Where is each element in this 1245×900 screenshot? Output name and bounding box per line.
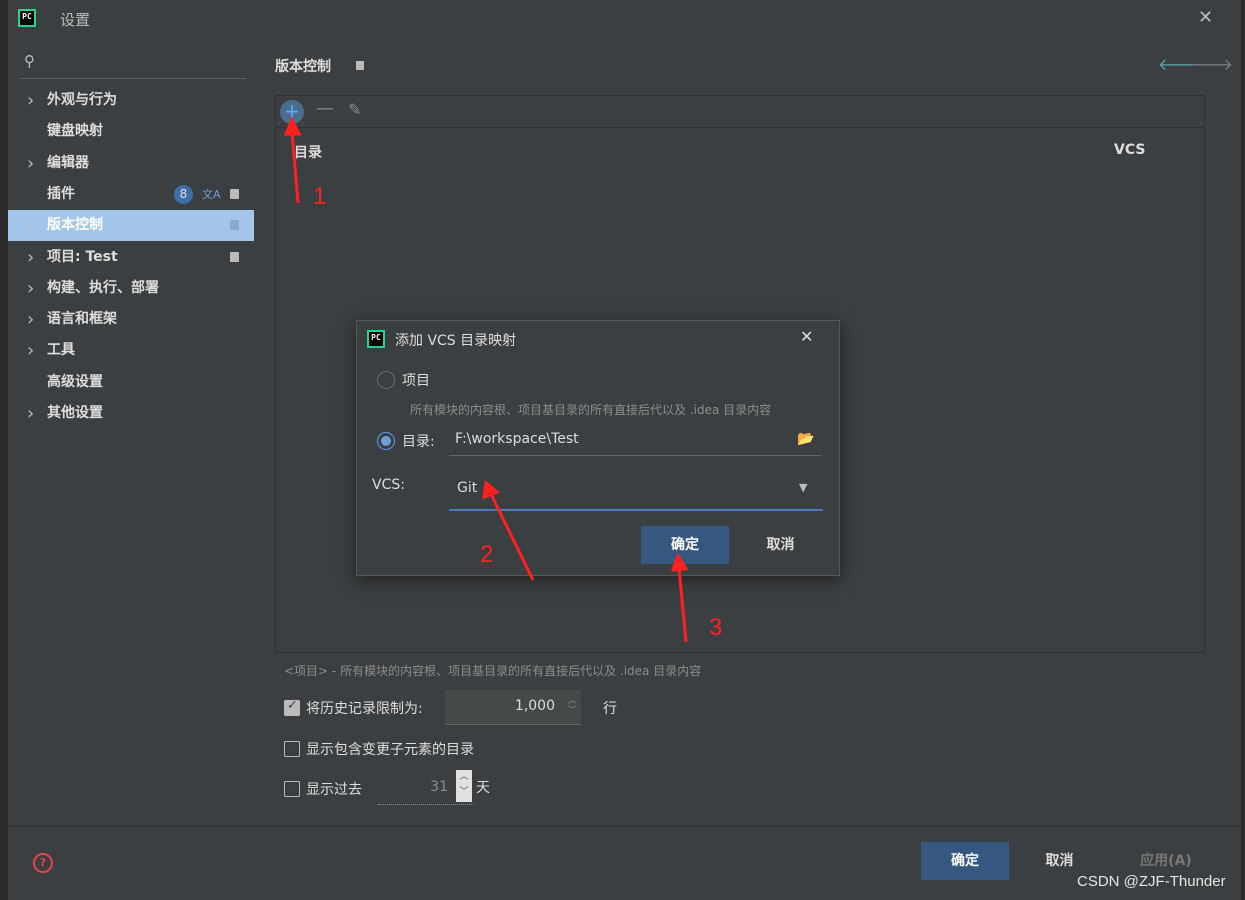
- annotation-label-2: 2: [480, 541, 494, 568]
- annotation-arrows: [283, 116, 689, 643]
- annotation-label-1: 1: [313, 183, 327, 210]
- annotation-label-3: 3: [709, 614, 723, 641]
- watermark-text: CSDN @ZJF-Thunder: [1077, 873, 1226, 890]
